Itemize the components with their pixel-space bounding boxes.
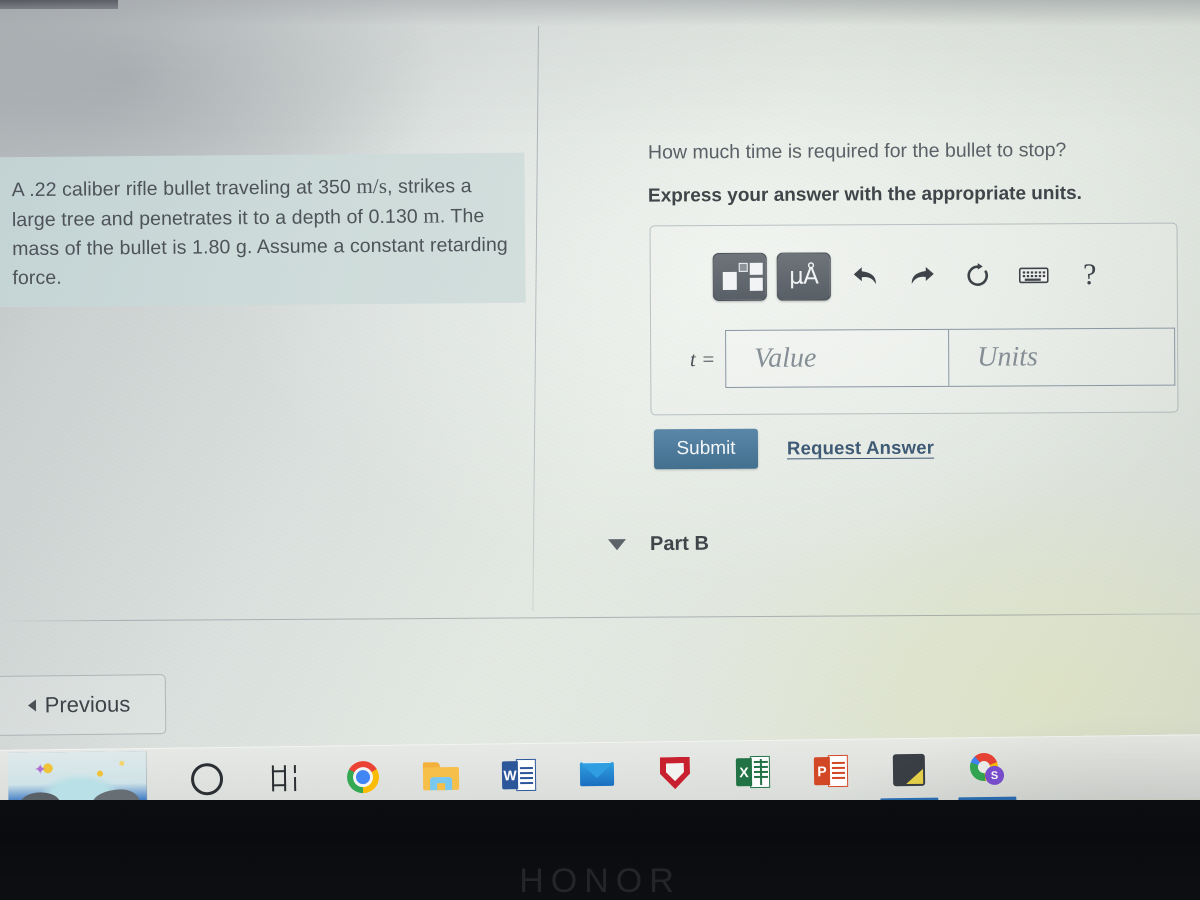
taskbar-icon-list: W X P S [187, 747, 1017, 803]
mcafee-icon [660, 757, 690, 789]
submit-button[interactable]: Submit [653, 428, 759, 470]
undo-arrow-icon [853, 267, 876, 285]
previous-button-label: Previous [44, 691, 131, 718]
redo-arrow-icon [911, 266, 934, 285]
depth-units: m [423, 203, 440, 228]
taskbar-item-mail[interactable] [577, 752, 618, 797]
answer-toolbar: μÅ ? [712, 248, 1153, 304]
sparkle-icon: ✦ [33, 761, 47, 779]
taskbar-item-cortana[interactable] [187, 757, 228, 802]
cortana-search-icon [190, 763, 224, 796]
request-answer-link[interactable]: Request Answer [787, 437, 934, 460]
mail-icon [579, 761, 615, 787]
units-input[interactable]: Units [949, 327, 1176, 387]
section-horizontal-divider [0, 613, 1200, 622]
part-b-label: Part B [649, 532, 709, 556]
math-template-button[interactable] [712, 252, 767, 302]
velocity-units: m/s [356, 173, 388, 199]
math-template-icon [722, 262, 763, 291]
reset-circular-arrow-icon [967, 263, 988, 286]
google-app-icon: S [969, 752, 1005, 786]
taskbar-item-chrome[interactable] [343, 755, 384, 800]
part-b-row[interactable]: Part B [607, 532, 709, 557]
top-chrome-band [0, 0, 1200, 26]
taskbar-item-mcafee[interactable] [655, 751, 696, 796]
keyboard-icon [1018, 267, 1049, 284]
problem-statement-box: A .22 caliber rifle bullet traveling at … [0, 152, 526, 308]
microsoft-powerpoint-icon: P [813, 754, 849, 788]
laptop-bezel: HONOR [0, 800, 1200, 900]
google-app-badge: S [984, 765, 1005, 786]
browser-tab-sliver[interactable] [0, 0, 118, 9]
answer-input-frame: μÅ ? t = Value Units [649, 222, 1179, 416]
excel-letter: X [735, 758, 753, 787]
file-explorer-icon [422, 762, 460, 791]
previous-button[interactable]: Previous [0, 674, 167, 736]
units-placeholder: Units [977, 341, 1038, 373]
google-chrome-icon [346, 760, 380, 794]
microsoft-excel-icon: X [735, 755, 771, 789]
keyboard-button[interactable] [1013, 255, 1055, 295]
question-mark-icon: ? [1083, 258, 1097, 292]
answer-input-row: t = Value Units [659, 327, 1176, 389]
micro-angstrom-icon: μÅ [789, 262, 819, 290]
browser-page-content: A .22 caliber rifle bullet traveling at … [0, 0, 1200, 900]
laptop-screen-photo: A .22 caliber rifle bullet traveling at … [0, 0, 1200, 900]
undo-button[interactable] [845, 256, 887, 296]
taskbar-item-task-view[interactable] [265, 756, 306, 801]
taskbar-item-sticky-note[interactable] [880, 748, 939, 803]
taskbar-item-google-app[interactable]: S [958, 747, 1017, 802]
value-placeholder: Value [754, 342, 817, 374]
taskbar-item-file-explorer[interactable] [421, 754, 462, 799]
help-button[interactable]: ? [1069, 255, 1111, 295]
variable-label: t = [689, 346, 716, 371]
units-button[interactable]: μÅ [776, 252, 831, 301]
question-instruction: Express your answer with the appropriate… [647, 182, 1083, 207]
task-view-icon [270, 765, 300, 792]
problem-text-part-1: A .22 caliber rifle bullet traveling at … [11, 176, 357, 202]
taskbar-item-word[interactable]: W [499, 753, 540, 798]
taskbar-item-excel[interactable]: X [733, 750, 774, 795]
powerpoint-letter: P [813, 757, 831, 786]
sticky-note-app-icon [892, 753, 926, 787]
redo-button[interactable] [901, 256, 943, 296]
pane-vertical-divider [532, 25, 539, 611]
value-input[interactable]: Value [725, 328, 950, 388]
problem-statement-text: A .22 caliber rifle bullet traveling at … [12, 171, 510, 293]
device-brand-logo: HONOR [519, 862, 681, 900]
microsoft-word-icon: W [501, 758, 537, 792]
question-prompt: How much time is required for the bullet… [647, 139, 1067, 164]
word-letter: W [501, 761, 519, 790]
previous-caret-icon [27, 699, 36, 712]
taskbar-item-powerpoint[interactable]: P [811, 749, 852, 794]
part-b-collapse-caret-icon[interactable] [607, 539, 627, 551]
reset-button[interactable] [957, 256, 999, 296]
